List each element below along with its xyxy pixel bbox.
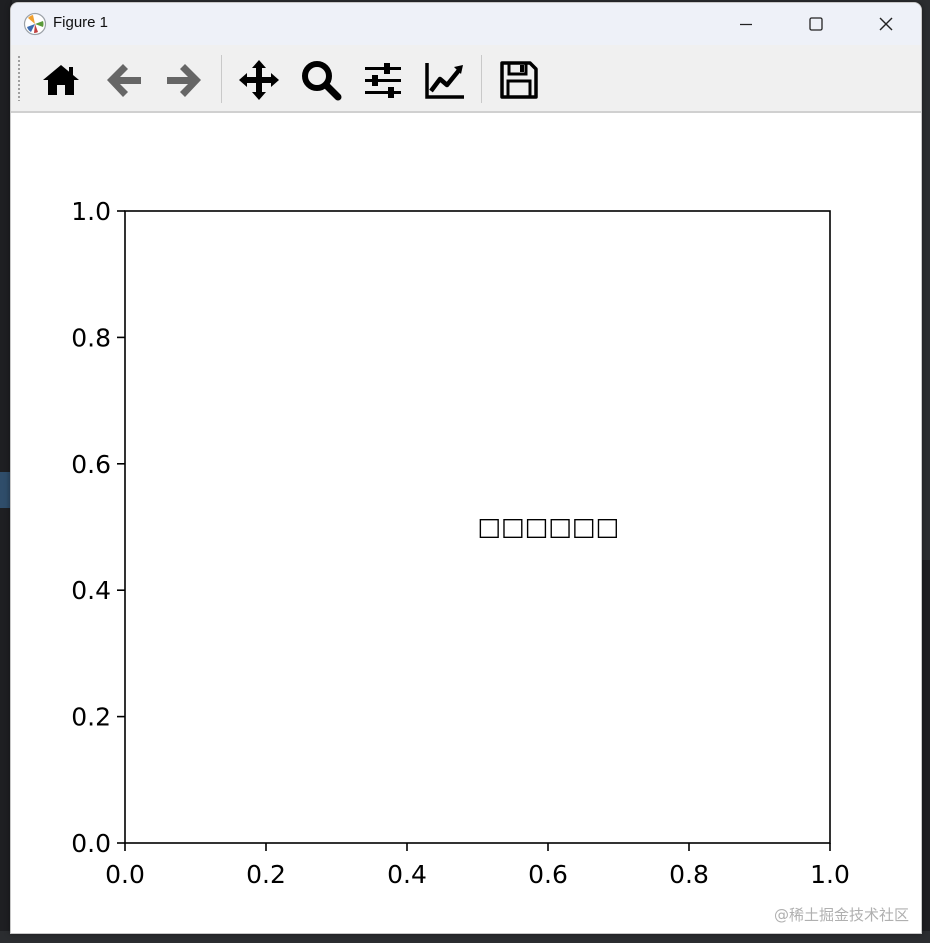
toolbar-grip[interactable] <box>17 55 21 101</box>
figure-window: Figure 1 0.0 0.2 0.4 0.6 0.8 1.0 0.0 0.2… <box>10 2 922 934</box>
window-title: Figure 1 <box>53 14 109 31</box>
y-axis: 0.0 0.2 0.4 0.6 0.8 1.0 <box>71 197 125 858</box>
maximize-button[interactable] <box>781 3 851 45</box>
magnifier-icon <box>302 61 342 101</box>
matplotlib-logo-icon <box>23 12 47 36</box>
back-button[interactable] <box>101 57 147 103</box>
minimize-button[interactable] <box>711 3 781 45</box>
watermark: @稀土掘金技术社区 <box>773 906 909 924</box>
x-tick-label: 1.0 <box>810 860 850 889</box>
zoom-button[interactable] <box>298 57 344 103</box>
arrow-left-icon <box>107 64 141 97</box>
save-button[interactable] <box>496 57 542 103</box>
title-bar: Figure 1 <box>11 3 921 45</box>
pan-button[interactable] <box>236 57 282 103</box>
plot-svg: 0.0 0.2 0.4 0.6 0.8 1.0 0.0 0.2 0.4 0.6 0.8 1.0 □□… <box>71 197 850 889</box>
x-tick-label: 0.0 <box>105 860 145 889</box>
x-tick-label: 0.8 <box>669 860 709 889</box>
minimize-icon <box>740 23 752 26</box>
configure-subplots-button[interactable] <box>360 57 406 103</box>
home-icon <box>43 65 79 95</box>
close-button[interactable] <box>851 3 921 45</box>
x-tick-label: 0.6 <box>528 860 568 889</box>
y-tick-label: 0.4 <box>71 576 111 605</box>
y-tick-label: 0.0 <box>71 829 111 858</box>
navigation-toolbar <box>11 45 921 113</box>
move-arrows-icon <box>239 60 279 100</box>
x-axis: 0.0 0.2 0.4 0.6 0.8 1.0 <box>105 843 850 889</box>
y-tick-label: 0.2 <box>71 703 111 732</box>
annotation-text: □□□□□□ <box>478 512 620 541</box>
line-chart-icon <box>425 63 464 99</box>
forward-button[interactable] <box>161 57 207 103</box>
toolbar-separator <box>481 55 482 103</box>
floppy-disk-icon <box>500 61 538 99</box>
y-tick-label: 0.6 <box>71 450 111 479</box>
close-icon <box>879 17 893 31</box>
annotations: □□□□□□ <box>478 512 620 541</box>
x-tick-label: 0.4 <box>387 860 427 889</box>
x-tick-label: 0.2 <box>246 860 286 889</box>
maximize-icon <box>809 17 823 31</box>
y-tick-label: 1.0 <box>71 197 111 226</box>
arrow-right-icon <box>167 64 201 97</box>
toolbar-separator <box>221 55 222 103</box>
edit-axes-button[interactable] <box>422 57 468 103</box>
sliders-icon <box>365 63 401 98</box>
figure-canvas[interactable]: 0.0 0.2 0.4 0.6 0.8 1.0 0.0 0.2 0.4 0.6 0.8 1.0 □□… <box>11 113 921 933</box>
home-button[interactable] <box>38 57 84 103</box>
y-tick-label: 0.8 <box>71 323 111 352</box>
